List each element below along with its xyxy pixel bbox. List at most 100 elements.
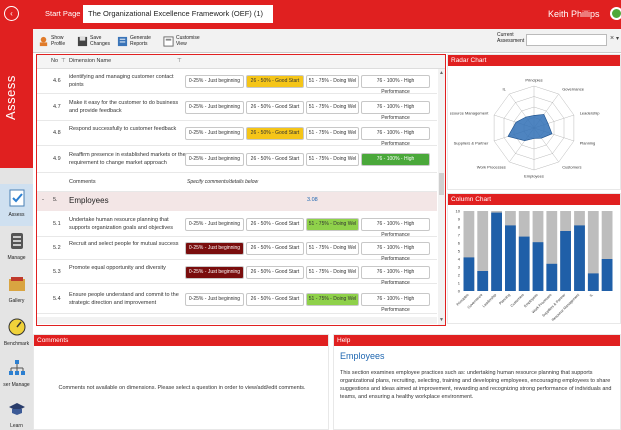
table-row: 5.4 Ensure people understand and commit t…	[37, 284, 437, 314]
nav-manage-label: Manage	[7, 255, 26, 261]
section-row-employees[interactable]: - 5. Employees 3.08	[37, 192, 437, 211]
nav-assess-label: Assess	[8, 212, 25, 218]
rating-option-3[interactable]: 51 - 75% - Doing Wel	[306, 218, 359, 231]
row-name: Respond successfully to customer feedbac…	[69, 126, 177, 132]
rating-option-4[interactable]: 76 - 100% - High Performance	[361, 101, 430, 121]
customise-view-button[interactable]: Customise View	[163, 32, 202, 50]
dropdown-icon[interactable]: ▾	[616, 35, 619, 42]
nav-gallery-label: Gallery	[8, 298, 25, 304]
rating-option-4[interactable]: 76 - 100% - High Performance	[361, 153, 430, 173]
reports-icon	[117, 36, 128, 46]
show-profile-button[interactable]: Show Profile	[38, 32, 73, 50]
rating-option-3[interactable]: 51 - 75% - Doing Wel	[306, 242, 359, 255]
rating-option-3[interactable]: 51 - 75% - Doing Wel	[306, 127, 359, 140]
rating-option-3[interactable]: 51 - 75% - Doing Wel	[306, 153, 359, 166]
row-no: 4.8	[53, 130, 61, 136]
collapse-icon[interactable]: -	[42, 197, 44, 203]
nav-assess[interactable]: Assess	[0, 184, 33, 226]
comments-row-label: Comments	[69, 179, 96, 185]
rating-option-4[interactable]: 76 - 100% - High Performance	[361, 242, 430, 262]
rating-option-3[interactable]: 51 - 75% - Doing Wel	[306, 101, 359, 114]
rating-option-2[interactable]: 26 - 50% - Good Start	[246, 266, 304, 279]
rating-option-1[interactable]: 0-25% - Just beginning	[185, 101, 244, 114]
comments-hint[interactable]: Specify comments/details below	[187, 179, 258, 185]
rating-option-4[interactable]: 76 - 100% - High Performance	[361, 75, 430, 95]
radar-axis-label: Governance	[562, 87, 585, 92]
clear-icon[interactable]: ×	[610, 35, 614, 42]
section-no: 5.	[53, 197, 58, 203]
rating-option-1[interactable]: 0-25% - Just beginning	[185, 153, 244, 166]
rating-option-3[interactable]: 51 - 75% - Doing Wel	[306, 293, 359, 306]
help-panel: Help Employees This section examines emp…	[333, 334, 621, 430]
rating-option-1[interactable]: 0-25% - Just beginning	[185, 242, 244, 255]
assess-icon	[9, 189, 24, 207]
rating-option-2[interactable]: 26 - 50% - Good Start	[246, 101, 304, 114]
rating-option-2[interactable]: 26 - 50% - Good Start	[246, 242, 304, 255]
column-chart-panel: Column Chart 10 9 8 7 6 5 4 3 2 1 0 Principles Gover…	[447, 193, 621, 324]
scroll-down-icon[interactable]: ▼	[439, 317, 444, 323]
nav-manage[interactable]: Manage	[0, 227, 33, 269]
save-changes-button[interactable]: Save Changes	[77, 32, 112, 50]
gallery-icon	[8, 277, 25, 291]
filter-icon[interactable]: ⊤	[177, 58, 182, 64]
column-chart-title: Column Chart	[448, 194, 620, 205]
nav-user-manage-label: ser Manage	[3, 382, 30, 388]
save-icon	[77, 36, 88, 46]
rating-option-4[interactable]: 76 - 100% - High Performance	[361, 266, 430, 286]
radar-axis-label: Employees	[524, 174, 544, 179]
tab-oef[interactable]: The Organizational Excellence Framework …	[83, 5, 273, 23]
rating-option-1[interactable]: 0-25% - Just beginning	[185, 127, 244, 140]
radar-chart-panel: Radar Chart Principles Governance Leadersh…	[447, 54, 621, 190]
radar-axis-label: Work Processes	[477, 164, 506, 169]
x-category-label: Planning	[498, 293, 511, 306]
rating-option-2[interactable]: 26 - 50% - Good Start	[246, 293, 304, 306]
rating-option-1[interactable]: 0-25% - Just beginning	[185, 266, 244, 279]
nav-user-manage[interactable]: ser Manage	[0, 354, 33, 396]
nav-learn[interactable]: Learn	[0, 395, 33, 430]
radar-chart-title: Radar Chart	[448, 55, 620, 66]
rating-option-1[interactable]: 0-25% - Just beginning	[185, 218, 244, 231]
row-name: Promote equal opportunity and diversity	[69, 265, 166, 271]
save-changes-label: Save Changes	[90, 35, 111, 47]
col-no-header[interactable]: No	[51, 58, 58, 64]
help-title: Help	[334, 335, 620, 346]
y-tick-label: 2	[458, 273, 461, 278]
row-name: Reaffirm presence in established markets…	[69, 152, 186, 166]
scroll-up-icon[interactable]: ▲	[439, 70, 444, 76]
nav-gallery[interactable]: Gallery	[0, 270, 33, 312]
filter-icon[interactable]: ⊤	[61, 58, 66, 64]
horizontal-scrollbar[interactable]	[37, 317, 437, 324]
learn-icon	[8, 403, 25, 415]
comments-message: Comments not available on dimensions. Pl…	[58, 385, 306, 391]
vertical-scrollbar[interactable]: ▲ ▼	[438, 69, 445, 325]
nav-learn-label: Learn	[10, 423, 23, 429]
nav-benchmark[interactable]: Benchmark	[0, 313, 33, 355]
table-row: 5.1 Undertake human resource planning tha…	[37, 211, 437, 238]
user-avatar-icon[interactable]	[610, 7, 621, 20]
tab-start-page[interactable]: Start Page	[45, 9, 80, 18]
rating-option-4[interactable]: 76 - 100% - High Performance	[361, 293, 430, 313]
rating-option-4[interactable]: 76 - 100% - High Performance	[361, 218, 430, 238]
row-no: 4.7	[53, 104, 61, 110]
rating-option-2[interactable]: 26 - 50% - Good Start	[246, 75, 304, 88]
toolbar: Show Profile Save Changes Generate Repor…	[33, 29, 621, 53]
rating-option-3[interactable]: 51 - 75% - Doing Wel	[306, 75, 359, 88]
rating-option-4[interactable]: 76 - 100% - High Performance	[361, 127, 430, 147]
rating-option-3[interactable]: 51 - 75% - Doing Wel	[306, 266, 359, 279]
rating-option-2[interactable]: 26 - 50% - Good Start	[246, 153, 304, 166]
generate-reports-button[interactable]: Generate Reports	[117, 32, 158, 50]
current-assessment-input[interactable]	[526, 34, 607, 46]
rating-option-1[interactable]: 0-25% - Just beginning	[185, 75, 244, 88]
section-score: 3.08	[307, 197, 318, 203]
user-name[interactable]: Keith Phillips	[548, 9, 600, 19]
back-icon[interactable]: ‹	[4, 6, 19, 21]
rating-option-2[interactable]: 26 - 50% - Good Start	[246, 218, 304, 231]
col-name-header[interactable]: Dimension Name	[69, 58, 111, 64]
rating-option-2[interactable]: 26 - 50% - Good Start	[246, 127, 304, 140]
scroll-thumb[interactable]	[439, 173, 444, 195]
y-tick-label: 10	[456, 209, 461, 214]
rating-option-1[interactable]: 0-25% - Just beginning	[185, 293, 244, 306]
manage-icon	[10, 233, 23, 249]
radar-axis-label: Principles	[525, 78, 542, 83]
column-bar	[463, 257, 475, 291]
